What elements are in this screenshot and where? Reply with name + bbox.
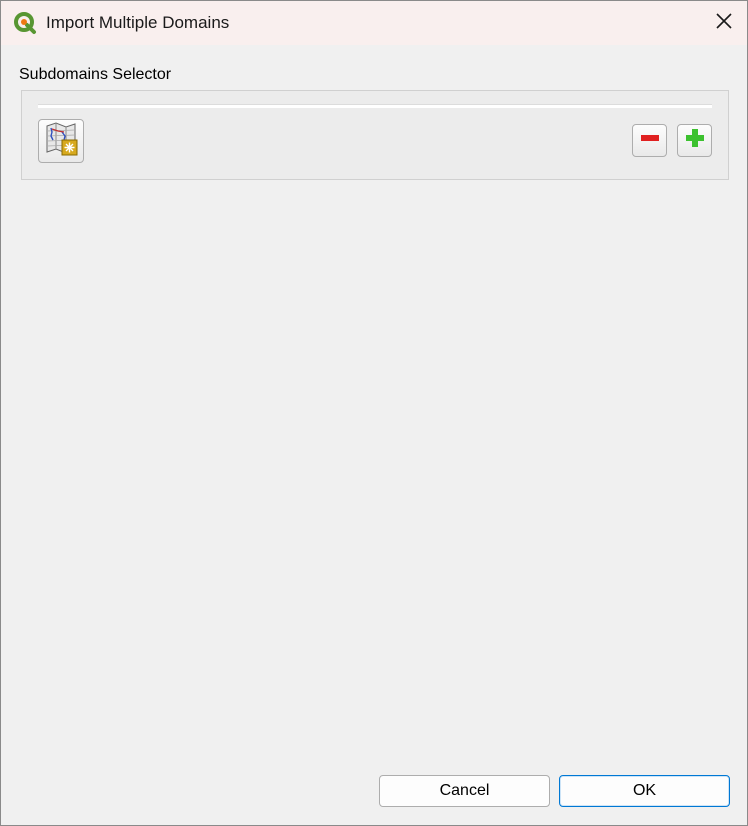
minus-icon — [639, 127, 661, 154]
close-icon — [715, 12, 733, 35]
qgis-logo-icon — [13, 11, 37, 35]
select-subdomain-map-button[interactable] — [38, 119, 84, 163]
import-multiple-domains-dialog: Import Multiple Domains Subdomains Selec… — [0, 0, 748, 826]
cancel-button[interactable]: Cancel — [379, 775, 550, 807]
plus-icon — [684, 127, 706, 154]
window-title: Import Multiple Domains — [46, 13, 230, 32]
add-subdomain-button[interactable] — [677, 124, 712, 157]
subdomains-selector-label: Subdomains Selector — [19, 66, 172, 83]
subdomains-selector-group — [21, 90, 729, 180]
dialog-content: Subdomains Selector Cancel OK — [1, 45, 747, 825]
ok-button[interactable]: OK — [559, 775, 730, 807]
close-button[interactable] — [701, 1, 747, 45]
divider — [38, 104, 712, 108]
remove-subdomain-button[interactable] — [632, 124, 667, 157]
title-bar[interactable]: Import Multiple Domains — [1, 1, 747, 45]
map-grid-icon — [42, 120, 80, 163]
